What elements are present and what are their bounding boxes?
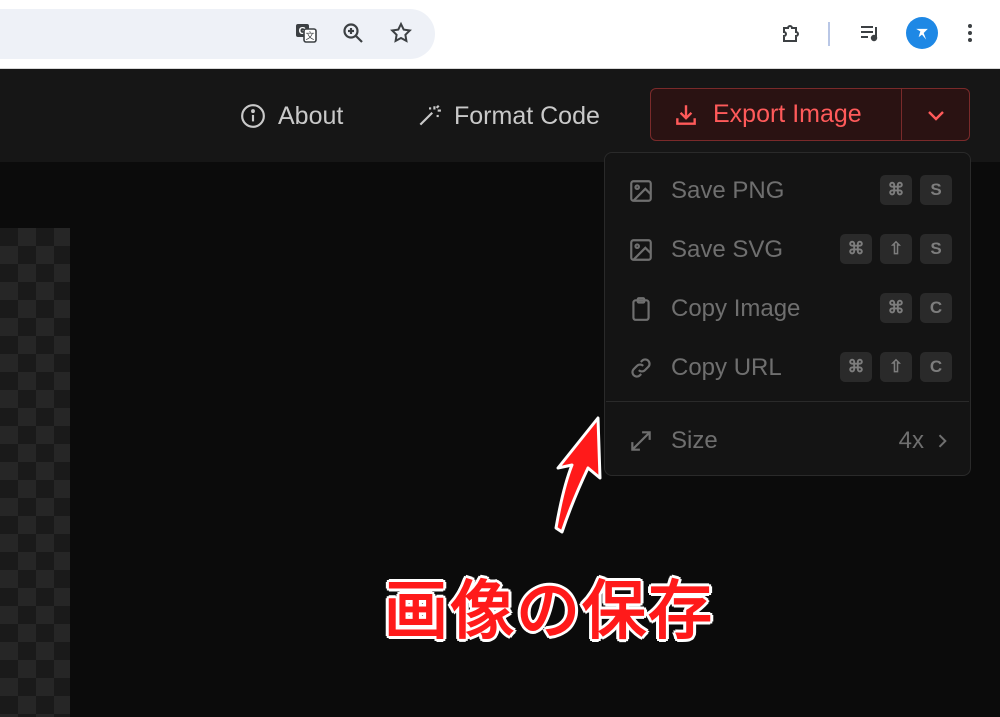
media-queue-icon[interactable] xyxy=(855,18,885,48)
export-menu: Save PNG ⌘ S Save SVG ⌘ ⇧ S Copy Image ⌘… xyxy=(604,152,971,476)
shortcut-key: S xyxy=(920,234,952,264)
svg-text:文: 文 xyxy=(305,30,314,41)
shortcut-key: ⌘ xyxy=(840,234,872,264)
shortcut-key: ⌘ xyxy=(880,175,912,205)
menu-item-copy-image[interactable]: Copy Image ⌘ C xyxy=(627,289,952,329)
menu-item-save-svg[interactable]: Save SVG ⌘ ⇧ S xyxy=(627,230,952,270)
more-menu-icon[interactable] xyxy=(955,18,985,48)
export-image-label: Export Image xyxy=(713,100,862,128)
menu-item-save-png[interactable]: Save PNG ⌘ S xyxy=(627,171,952,211)
clipboard-icon xyxy=(627,295,655,323)
info-icon xyxy=(241,104,265,128)
translate-icon[interactable]: G文 xyxy=(291,18,321,48)
menu-divider xyxy=(606,401,969,402)
menu-item-size[interactable]: Size 4x xyxy=(627,421,952,461)
menu-item-copy-url[interactable]: Copy URL ⌘ ⇧ C xyxy=(627,348,952,388)
shortcut-key: ⇧ xyxy=(880,234,912,264)
bookmark-star-icon[interactable] xyxy=(386,18,416,48)
annotation-arrow-icon xyxy=(554,416,602,534)
chevron-down-icon xyxy=(928,110,944,121)
menu-item-label: Save SVG xyxy=(671,236,784,263)
format-code-label: Format Code xyxy=(454,101,600,130)
link-icon xyxy=(627,354,655,382)
export-image-button[interactable]: Export Image xyxy=(651,89,901,140)
shortcut-key: ⌘ xyxy=(880,293,912,323)
about-button[interactable]: About xyxy=(240,100,343,132)
extensions-icon[interactable] xyxy=(776,18,806,48)
transparent-canvas-preview xyxy=(0,228,70,717)
chevron-right-icon xyxy=(938,434,947,448)
shortcut-key: ⌘ xyxy=(840,352,872,382)
image-icon xyxy=(627,177,655,205)
about-label: About xyxy=(278,101,344,130)
format-code-button[interactable]: Format Code xyxy=(416,100,600,132)
browser-toolbar: G文 xyxy=(0,0,1000,69)
export-image-group: Export Image xyxy=(650,88,970,141)
menu-item-label: Copy Image xyxy=(671,295,801,322)
image-icon xyxy=(627,236,655,264)
toolbar-divider xyxy=(828,22,830,46)
annotation-caption: 画像の保存 xyxy=(384,575,714,649)
menu-item-label: Copy URL xyxy=(671,354,782,381)
menu-item-label: Save PNG xyxy=(671,177,785,204)
magic-wand-icon xyxy=(419,104,441,126)
export-dropdown-toggle[interactable] xyxy=(902,89,970,140)
shortcut-key: S xyxy=(920,175,952,205)
shortcut-key: ⇧ xyxy=(880,352,912,382)
download-icon xyxy=(676,104,696,125)
size-label: Size xyxy=(671,427,718,454)
address-bar[interactable] xyxy=(0,9,435,59)
profile-avatar-icon[interactable] xyxy=(906,17,938,49)
shortcut-key: C xyxy=(920,352,952,382)
zoom-icon[interactable] xyxy=(338,18,368,48)
size-value: 4x xyxy=(898,427,924,454)
shortcut-key: C xyxy=(920,293,952,323)
resize-icon xyxy=(627,427,655,455)
